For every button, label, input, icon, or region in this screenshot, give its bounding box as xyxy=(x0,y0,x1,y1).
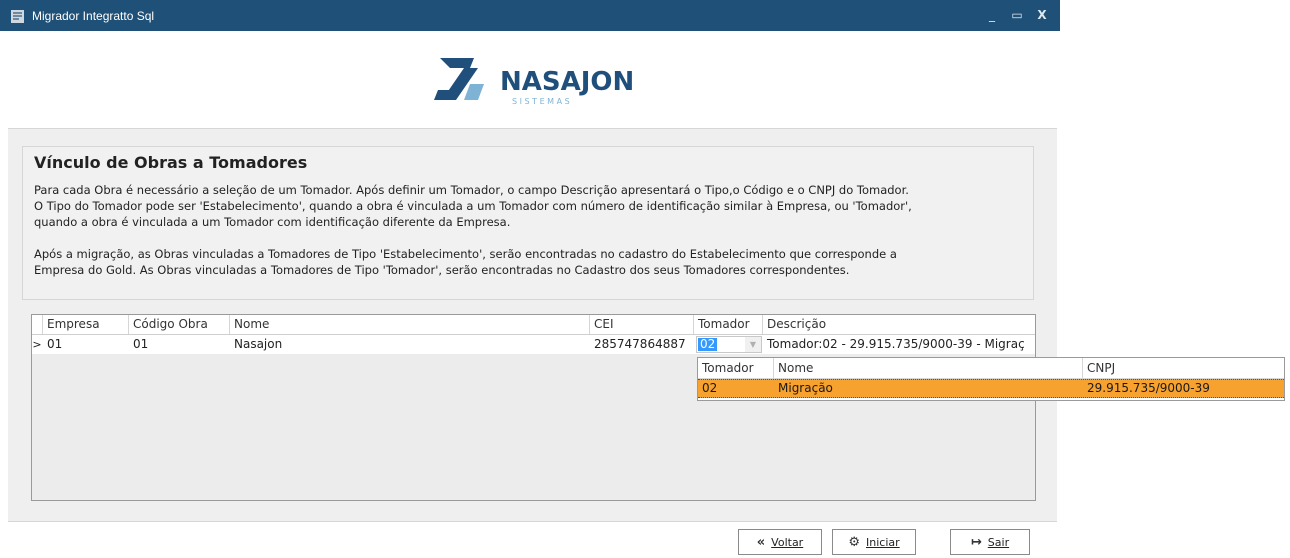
info-line: Empresa do Gold. As Obras vinculadas a T… xyxy=(34,263,850,277)
table-row[interactable]: > 01 01 Nasajon 285747864887 02 ▼ Tomado… xyxy=(32,335,1035,354)
column-header-descricao[interactable]: Descrição xyxy=(763,315,1035,334)
main-panel: Vínculo de Obras a Tomadores Para cada O… xyxy=(8,129,1057,521)
lookup-column-nome: Nome xyxy=(774,358,1083,378)
info-line: Para cada Obra é necessário a seleção de… xyxy=(34,183,909,197)
exit-icon: ↦ xyxy=(970,534,982,550)
tomador-lookup-dropdown[interactable]: Tomador Nome CNPJ 02 Migração 29.915.735… xyxy=(697,357,1285,401)
info-line: Após a migração, as Obras vinculadas a T… xyxy=(34,247,897,261)
window-title: Migrador Integratto Sql xyxy=(32,9,155,23)
nasajon-logo: NASAJON S I S T E M A S xyxy=(426,56,638,109)
info-box: Vínculo de Obras a Tomadores Para cada O… xyxy=(22,146,1034,300)
iniciar-button[interactable]: ⚙ Iniciar xyxy=(832,529,916,555)
cell-descricao[interactable]: Tomador:02 - 29.915.735/9000-39 - Migraç xyxy=(763,335,1035,354)
logo-tagline-text: S I S T E M A S xyxy=(512,97,570,106)
grid-indicator-header xyxy=(32,315,43,334)
lookup-header: Tomador Nome CNPJ xyxy=(698,358,1284,379)
info-line: O Tipo do Tomador pode ser 'Estabelecime… xyxy=(34,199,912,213)
tomador-combo-value[interactable]: 02 xyxy=(698,338,718,351)
nasajon-logo-mark: NASAJON S I S T E M A S xyxy=(434,58,634,106)
row-indicator-icon: > xyxy=(32,338,42,351)
tomador-combo[interactable]: 02 ▼ xyxy=(696,336,762,353)
chevron-down-icon[interactable]: ▼ xyxy=(745,337,761,352)
lookup-cell-cnpj[interactable]: 29.915.735/9000-39 xyxy=(1083,380,1284,397)
cell-codigo-obra[interactable]: 01 xyxy=(129,335,230,354)
logo-brand-text: NASAJON xyxy=(500,67,634,97)
voltar-button[interactable]: « Voltar xyxy=(738,529,822,555)
column-header-tomador[interactable]: Tomador xyxy=(694,315,763,334)
column-header-nome[interactable]: Nome xyxy=(230,315,590,334)
footer-bar: « Voltar ⚙ Iniciar ↦ Sair xyxy=(8,521,1057,558)
sair-label: Sair xyxy=(987,535,1010,549)
cell-nome[interactable]: Nasajon xyxy=(230,335,590,354)
title-bar[interactable]: Migrador Integratto Sql _ ▭ X xyxy=(0,0,1060,31)
close-button[interactable]: X xyxy=(1031,6,1053,24)
app-window: Migrador Integratto Sql _ ▭ X NASAJON S … xyxy=(0,0,1060,558)
lookup-cell-tomador[interactable]: 02 xyxy=(698,380,774,397)
voltar-label: Voltar xyxy=(771,535,804,549)
column-header-cei[interactable]: CEI xyxy=(590,315,694,334)
column-header-empresa[interactable]: Empresa xyxy=(43,315,129,334)
cell-empresa[interactable]: 01 xyxy=(43,335,129,354)
obras-grid[interactable]: Empresa Código Obra Nome CEI Tomador Des… xyxy=(31,314,1036,501)
cell-cei[interactable]: 285747864887 xyxy=(590,335,694,354)
lookup-column-tomador: Tomador xyxy=(698,358,774,378)
column-header-codigo-obra[interactable]: Código Obra xyxy=(129,315,230,334)
lookup-column-cnpj: CNPJ xyxy=(1087,361,1116,375)
page-title: Vínculo de Obras a Tomadores xyxy=(34,153,308,172)
maximize-button[interactable]: ▭ xyxy=(1006,6,1028,24)
wizard-body: NASAJON S I S T E M A S Vínculo de Obras… xyxy=(8,31,1057,558)
double-chevron-left-icon: « xyxy=(756,534,766,550)
sair-button[interactable]: ↦ Sair xyxy=(950,529,1030,555)
info-line: quando a obra é vinculada a um Tomador c… xyxy=(34,215,511,229)
grid-header: Empresa Código Obra Nome CEI Tomador Des… xyxy=(32,315,1035,335)
minimize-button[interactable]: _ xyxy=(981,6,1003,24)
lookup-cell-nome[interactable]: Migração xyxy=(774,380,1083,397)
gear-icon: ⚙ xyxy=(848,534,860,550)
logo-header: NASAJON S I S T E M A S xyxy=(8,31,1057,129)
app-icon xyxy=(11,10,24,23)
lookup-row-selected[interactable]: 02 Migração 29.915.735/9000-39 xyxy=(698,379,1284,398)
iniciar-label: Iniciar xyxy=(866,535,900,549)
